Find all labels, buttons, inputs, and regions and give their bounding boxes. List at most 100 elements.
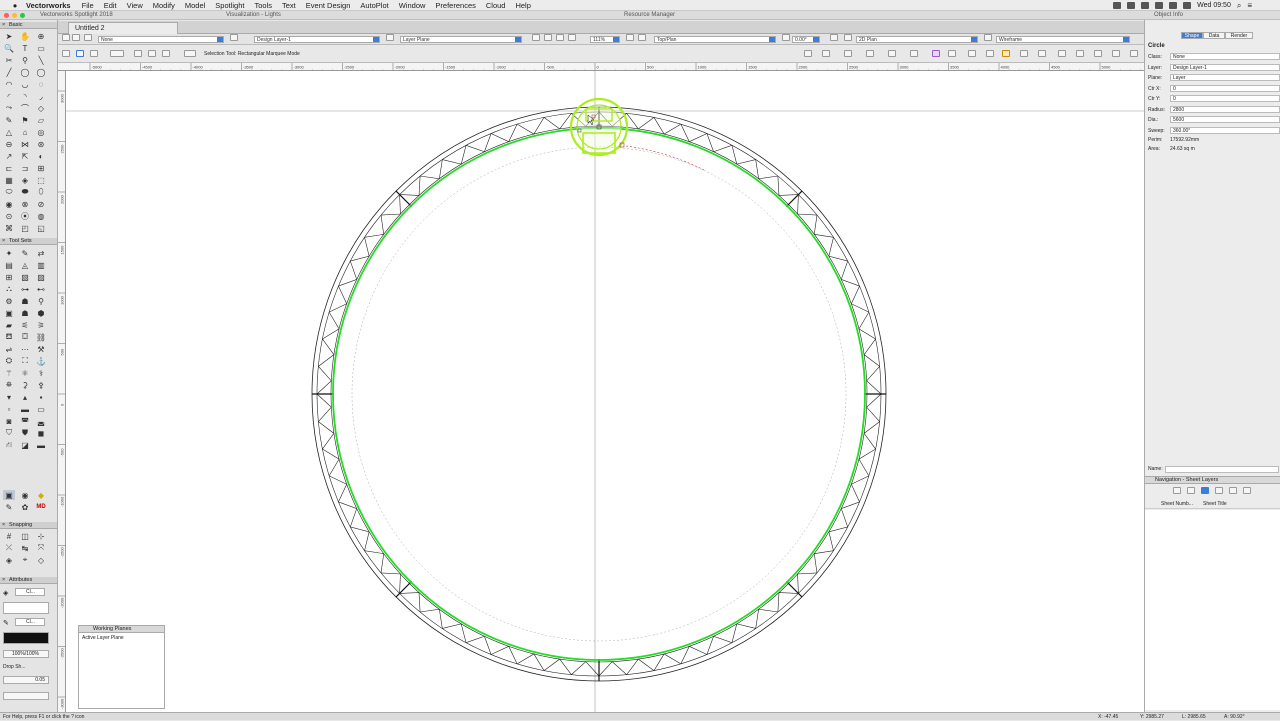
freehand-mode-button[interactable] [148, 50, 156, 57]
menu-cloud[interactable]: Cloud [486, 1, 506, 10]
basic-tool-icon[interactable]: ⚑ [19, 115, 31, 125]
hoist-fixture[interactable] [569, 97, 629, 157]
toolset-tool-icon[interactable]: ◛ [35, 416, 47, 426]
menu-window[interactable]: Window [399, 1, 426, 10]
basic-tool-icon[interactable]: ⬚ [35, 175, 47, 185]
object-info-field[interactable]: Design Layer-1 [1170, 63, 1280, 71]
zoom-window-button[interactable] [20, 13, 25, 18]
nav-tool-4[interactable] [1215, 487, 1223, 494]
toolset-tool-icon[interactable]: ⚴ [35, 380, 47, 390]
resource-manager-title[interactable]: Resource Manager [624, 12, 675, 18]
toolset-icon-5[interactable]: ✿ [19, 502, 31, 512]
basic-tool-icon[interactable]: ⊗ [19, 199, 31, 209]
snap-tool-icon[interactable]: ◈ [3, 555, 15, 565]
toolset-icon-3[interactable]: ◆ [35, 490, 47, 500]
fill-preview[interactable] [3, 602, 49, 614]
basic-tool-icon[interactable]: ✎ [3, 115, 15, 125]
basic-tool-icon[interactable]: ╲ [35, 55, 47, 65]
arrowhead-field[interactable] [3, 692, 49, 700]
toolset-tool-icon[interactable]: ▾ [3, 392, 15, 402]
menu-help[interactable]: Help [515, 1, 530, 10]
basic-tool-icon[interactable]: ◌ [35, 79, 47, 89]
basic-tool-icon[interactable]: ◇ [35, 103, 47, 113]
menu-preferences[interactable]: Preferences [435, 1, 475, 10]
basic-tool-icon[interactable]: ◰ [19, 223, 31, 233]
active-layer-dropdown[interactable]: Design Layer-1 [254, 36, 380, 43]
basic-tool-icon[interactable]: ⊞ [35, 163, 47, 173]
modebar-tool-1[interactable] [804, 50, 812, 57]
toolset-tool-icon[interactable]: ⊶ [19, 284, 31, 294]
cloud-icon[interactable] [1141, 2, 1150, 9]
basic-tool-icon[interactable]: ⇱ [19, 151, 31, 161]
basic-tool-icon[interactable]: ◯ [35, 67, 47, 77]
toolset-tool-icon[interactable]: ▫ [3, 404, 15, 414]
snap-tool-icon[interactable]: # [3, 531, 15, 541]
sheet-number-column[interactable]: Sheet Numb... [1161, 500, 1193, 509]
snap-tool-icon[interactable]: ⤧ [35, 543, 47, 553]
basic-tool-icon[interactable]: ⊛ [35, 139, 47, 149]
nav-tool-5[interactable] [1229, 487, 1237, 494]
toolset-tool-icon[interactable]: ✦ [3, 248, 15, 258]
basic-tool-icon[interactable]: 🔍 [3, 43, 15, 53]
toolset-tool-icon[interactable]: ▪ [35, 392, 47, 402]
snap-tool-icon[interactable]: ⌖ [19, 555, 31, 565]
basic-tool-icon[interactable]: ◉ [3, 199, 15, 209]
basic-tool-icon[interactable]: ⊖ [3, 139, 15, 149]
basic-tool-icon[interactable]: ▭ [35, 43, 47, 53]
toolset-tool-icon[interactable]: ⚲ [35, 296, 47, 306]
object-info-field[interactable]: 0 [1170, 95, 1280, 102]
toolset-tool-icon[interactable]: ✎ [19, 248, 31, 258]
zoom-in-button[interactable] [532, 34, 540, 41]
fit-to-objects-button[interactable] [556, 34, 564, 41]
name-field[interactable] [1165, 466, 1279, 473]
drawing-canvas[interactable] [66, 71, 1144, 712]
toolset-tool-icon[interactable]: ▰ [3, 320, 15, 330]
basic-tool-icon[interactable]: ⬯ [35, 187, 47, 197]
selection-option-button[interactable] [110, 50, 124, 57]
tab-data[interactable]: Data [1203, 32, 1225, 39]
app-menu[interactable]: Vectorworks [26, 1, 71, 10]
basic-tool-icon[interactable]: ◍ [35, 211, 47, 221]
toolset-tool-icon[interactable]: ▭ [35, 404, 47, 414]
basic-tool-icon[interactable]: ⬬ [19, 187, 31, 197]
drawing-svg[interactable] [66, 71, 1144, 712]
basic-tool-icon[interactable]: ⌘ [3, 223, 15, 233]
toolset-tool-icon[interactable]: ▴ [19, 392, 31, 402]
basic-tool-icon[interactable]: ◎ [35, 127, 47, 137]
attributes-palette-header[interactable]: × Attributes [0, 577, 57, 584]
toolset-tool-icon[interactable]: ⚳ [19, 380, 31, 390]
basic-tool-icon[interactable]: ▦ [3, 175, 15, 185]
nav-tool-1[interactable] [1173, 487, 1181, 494]
object-info-field[interactable]: 2800 [1170, 105, 1280, 113]
toolset-tool-icon[interactable]: ⇄ [35, 248, 47, 258]
toolset-tool-icon[interactable]: ⋯ [19, 344, 31, 354]
fill-style-dropdown[interactable]: Cl... [15, 588, 45, 596]
nav-tool-2[interactable] [1187, 487, 1195, 494]
basic-tool-icon[interactable]: ⊕ [35, 31, 47, 41]
pen-style-dropdown[interactable]: Cl... [15, 618, 45, 626]
plan-rotation-field[interactable]: 0.00° [792, 36, 820, 43]
polygon-mode-button[interactable] [162, 50, 170, 57]
basic-tool-icon[interactable]: ◱ [35, 223, 47, 233]
pen-preview[interactable] [3, 632, 49, 644]
basic-tool-icon[interactable]: ⊘ [35, 199, 47, 209]
basic-tool-icon[interactable]: ◯ [19, 67, 31, 77]
snap-tool-icon[interactable]: ↹ [19, 543, 31, 553]
toolset-tool-icon[interactable]: ◬ [19, 260, 31, 270]
object-info-title[interactable]: Object Info [1154, 12, 1183, 18]
zoom-tool-button[interactable] [568, 34, 576, 41]
toolset-tool-icon[interactable]: ⛉ [3, 428, 15, 438]
fill-attribute-row[interactable]: ◈ Cl... [3, 588, 53, 600]
menu-autoplot[interactable]: AutoPlot [360, 1, 388, 10]
minimize-window-button[interactable] [12, 13, 17, 18]
layer-options-button[interactable] [386, 34, 394, 41]
basic-tool-icon[interactable]: ◝ [19, 91, 31, 101]
toolset-tool-icon[interactable]: ◪ [19, 440, 31, 450]
toolset-tool-icon[interactable]: ◼ [35, 428, 47, 438]
toolset-tool-icon[interactable]: ⬢ [35, 308, 47, 318]
dropbox-icon[interactable] [1127, 2, 1136, 9]
toolset-tool-icon[interactable]: ☗ [19, 308, 31, 318]
toolset-tool-icon[interactable]: ▬ [19, 404, 31, 414]
standard-view-button[interactable] [638, 34, 646, 41]
toolset-tool-icon[interactable]: ▬ [35, 440, 47, 450]
